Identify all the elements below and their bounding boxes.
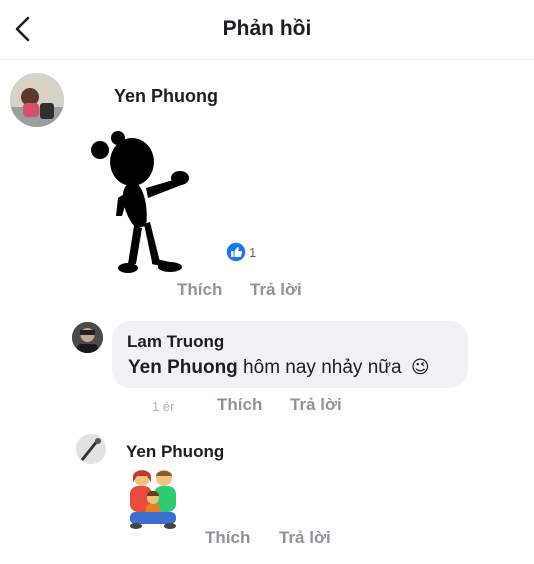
like-icon [225,241,247,263]
header-bar: Phản hồi [0,0,534,60]
reply-button[interactable]: Trả lời [290,395,342,415]
reply-button[interactable]: Trả lời [279,528,331,548]
comment-author-name[interactable]: Yen Phuong [114,86,218,107]
family-sticker [124,468,182,530]
like-button[interactable]: Thích [217,395,262,415]
wink-emoji: 😉 [410,357,430,377]
comment-author-name[interactable]: Yen Phuong [126,442,224,462]
avatar[interactable] [72,322,103,353]
like-button[interactable]: Thích [177,280,222,300]
like-button[interactable]: Thích [205,528,250,548]
reply-button[interactable]: Trả lời [250,280,302,300]
reaction-summary[interactable]: 1 [225,240,256,264]
avatar[interactable] [10,73,64,127]
comment-text: Yen Phuong hôm nay nhảy nữa 😉 [128,357,430,379]
mention-link[interactable]: Yen Phuong [128,357,238,378]
comment-author-name[interactable]: Lam Truong [127,332,224,352]
avatar[interactable] [76,434,106,464]
page-title: Phản hồi [222,17,312,40]
comment-timestamp: 1 ér [152,399,175,414]
reaction-count: 1 [249,244,257,260]
comment-body: hôm nay nhảy nữa [237,357,402,378]
comment-bubble[interactable]: Lam Truong Yen Phuong hôm nay nhảy nữa 😉 [112,321,468,388]
dancing-silhouette-sticker [88,128,198,276]
